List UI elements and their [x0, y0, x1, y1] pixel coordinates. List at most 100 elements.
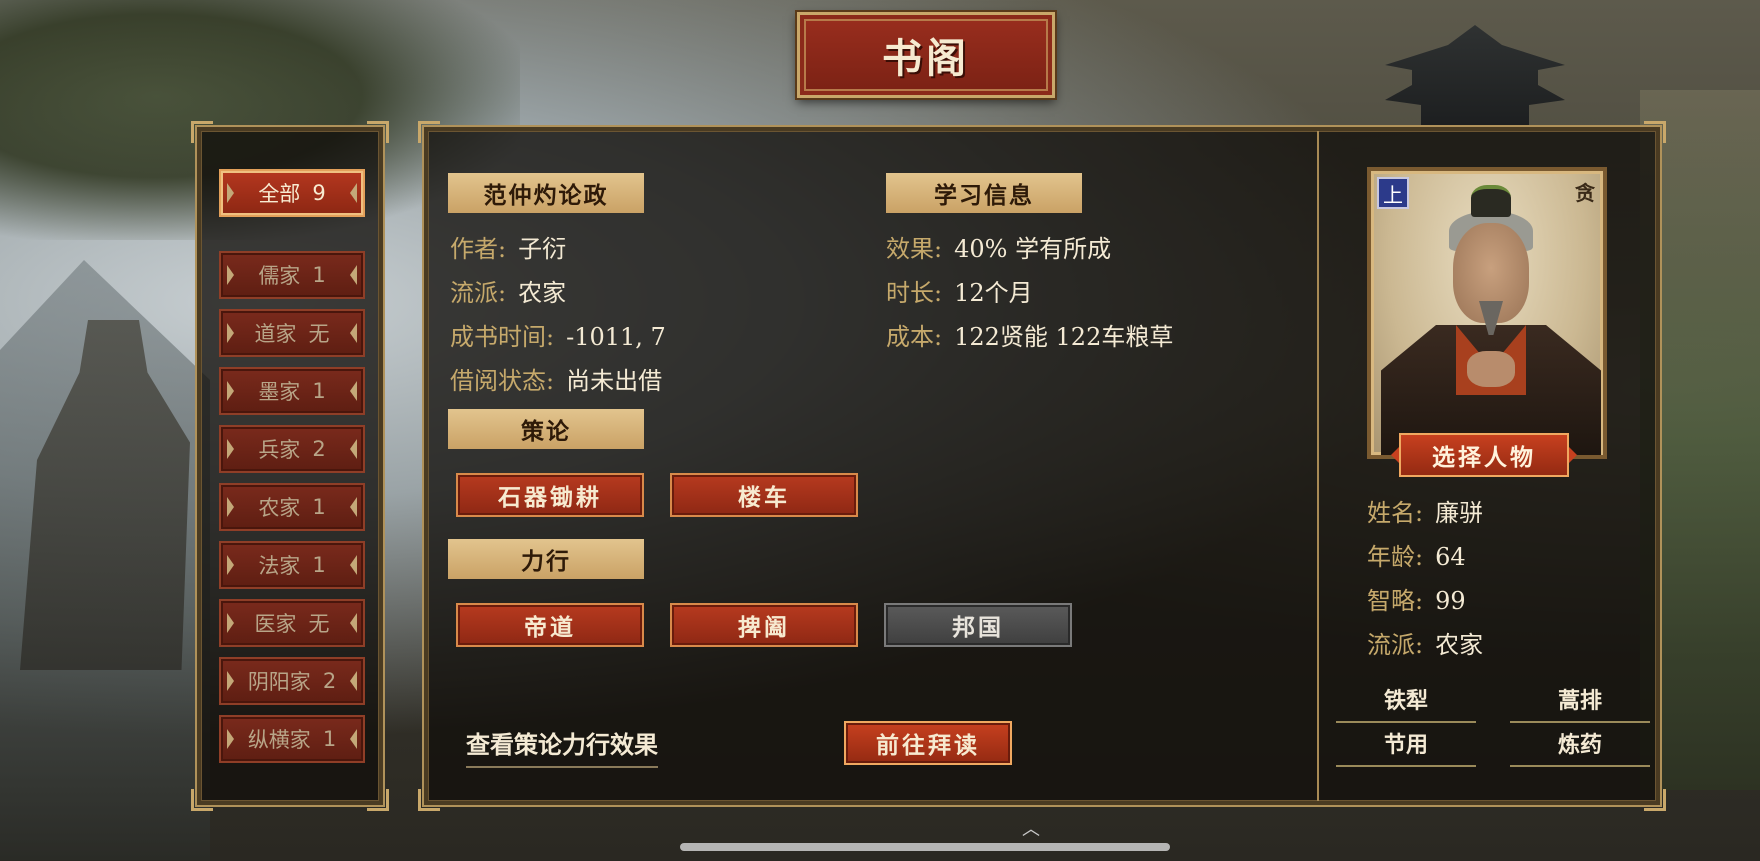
chevron-up-icon[interactable]: ︿	[1022, 815, 1040, 841]
corner-ornament	[418, 121, 440, 143]
practice-item-button[interactable]: 帝道	[456, 603, 644, 647]
school-filter-count: 无	[308, 612, 330, 636]
view-effects-link[interactable]: 查看策论力行效果	[466, 725, 658, 768]
study-duration-row: 时长: 12个月	[886, 273, 1033, 308]
character-portrait[interactable]: 上 贪	[1367, 167, 1607, 459]
school-filter-label: 墨家	[258, 380, 301, 404]
school-filter-yinyangjia[interactable]: 阴阳家 2	[219, 657, 365, 705]
school-filter-daojia[interactable]: 道家无	[219, 309, 365, 357]
practice-header: 力行	[448, 539, 644, 579]
school-filter-label: 医家	[254, 612, 297, 636]
school-filter-label: 全部	[258, 182, 301, 206]
wisdom-label: 智略:	[1367, 587, 1424, 615]
corner-ornament	[191, 121, 213, 143]
corner-ornament	[418, 789, 440, 811]
portrait-crown	[1471, 185, 1511, 217]
character-name-row: 姓名: 廉骈	[1367, 493, 1483, 528]
school-filter-nongjia[interactable]: 农家 1	[219, 483, 365, 531]
char-school-label: 流派:	[1367, 631, 1424, 659]
status-value: 尚未出借	[566, 367, 663, 395]
author-value: 子衍	[518, 235, 567, 263]
character-age-row: 年龄: 64	[1367, 537, 1466, 572]
name-value: 廉骈	[1435, 499, 1484, 527]
corner-ornament	[367, 789, 389, 811]
school-filter-count: 1	[312, 553, 326, 577]
effect-label: 效果:	[886, 235, 943, 263]
corner-ornament	[191, 789, 213, 811]
school-filter-label: 儒家	[258, 264, 301, 288]
strategy-item-button[interactable]: 石器锄耕	[456, 473, 644, 517]
school-filter-yijia[interactable]: 医家无	[219, 599, 365, 647]
title-plate: 书阁	[795, 10, 1057, 100]
school-filter-label: 法家	[258, 554, 301, 578]
page-title: 书阁	[882, 35, 970, 82]
book-detail-panel: 范仲灼论政 作者: 子衍 流派: 农家 成书时间: -1011, 7 借阅状态: 尚未出…	[418, 121, 1666, 811]
character-school-row: 流派: 农家	[1367, 625, 1483, 660]
school-filter-label: 农家	[258, 496, 301, 520]
character-trait[interactable]: 炼药	[1510, 727, 1650, 767]
school-filter-count: 1	[312, 263, 326, 287]
select-character-button[interactable]: 选择人物	[1391, 433, 1577, 477]
strategy-item-button[interactable]: 楼车	[670, 473, 858, 517]
school-filter-zonghengjia[interactable]: 纵横家 1	[219, 715, 365, 763]
age-label: 年龄:	[1367, 543, 1424, 571]
name-label: 姓名:	[1367, 499, 1424, 527]
school-filter-count: 2	[312, 437, 326, 461]
written-label: 成书时间:	[450, 323, 555, 351]
char-school-value: 农家	[1435, 631, 1484, 659]
school-filter-bingjia[interactable]: 兵家 2	[219, 425, 365, 473]
school-filter-count: 无	[308, 322, 330, 346]
school-filter-fajia[interactable]: 法家 1	[219, 541, 365, 589]
character-wisdom-row: 智略: 99	[1367, 581, 1466, 616]
school-filter-label: 阴阳家	[247, 670, 311, 694]
go-read-button[interactable]: 前往拜读	[844, 721, 1012, 765]
school-filter-count: 1	[312, 495, 326, 519]
school-filter-all[interactable]: 全部 9	[219, 169, 365, 217]
school-filter-rujia[interactable]: 儒家 1	[219, 251, 365, 299]
book-school-row: 流派: 农家	[450, 273, 566, 308]
wisdom-value: 99	[1435, 587, 1466, 615]
character-trait[interactable]: 蒿排	[1510, 683, 1650, 723]
rank-badge: 上	[1377, 177, 1409, 209]
school-filter-label: 纵横家	[247, 728, 311, 752]
practice-item-button-disabled[interactable]: 邦国	[884, 603, 1072, 647]
written-value: -1011, 7	[566, 323, 666, 351]
practice-item-button[interactable]: 捭阖	[670, 603, 858, 647]
book-status-row: 借阅状态: 尚未出借	[450, 361, 662, 396]
duration-label: 时长:	[886, 279, 943, 307]
panel-divider	[1317, 131, 1319, 801]
character-trait[interactable]: 铁犁	[1336, 683, 1476, 723]
status-label: 借阅状态:	[450, 367, 555, 395]
background-pagoda	[1385, 25, 1565, 125]
school-filter-label: 道家	[254, 322, 297, 346]
duration-value: 12个月	[954, 279, 1033, 307]
study-cost-row: 成本: 122贤能 122车粮草	[886, 317, 1173, 352]
school-filter-mojia[interactable]: 墨家 1	[219, 367, 365, 415]
effect-value: 40% 学有所成	[954, 235, 1112, 263]
character-trait[interactable]: 节用	[1336, 727, 1476, 767]
book-author-row: 作者: 子衍	[450, 229, 566, 264]
author-label: 作者:	[450, 235, 507, 263]
portrait-hands	[1467, 351, 1515, 387]
corner-ornament	[1644, 789, 1666, 811]
trait-mark: 贪	[1575, 181, 1595, 205]
school-filter-count: 1	[322, 727, 337, 751]
school-label: 流派:	[450, 279, 507, 307]
school-filter-label: 兵家	[258, 438, 301, 462]
study-info-header: 学习信息	[886, 173, 1082, 213]
book-written-row: 成书时间: -1011, 7	[450, 317, 666, 352]
school-filter-panel: 全部 9 儒家 1 道家无 墨家 1 兵家 2 农家 1 法家 1 医家无 阴阳家 2 纵横家…	[191, 121, 389, 811]
cost-value: 122贤能 122车粮草	[954, 323, 1174, 351]
study-effect-row: 效果: 40% 学有所成	[886, 229, 1111, 264]
home-indicator[interactable]	[680, 843, 1170, 851]
age-value: 64	[1435, 543, 1466, 571]
cost-label: 成本:	[886, 323, 943, 351]
school-filter-count: 2	[322, 669, 337, 693]
corner-ornament	[1644, 121, 1666, 143]
school-value: 农家	[518, 279, 567, 307]
book-title-header: 范仲灼论政	[448, 173, 644, 213]
corner-ornament	[367, 121, 389, 143]
school-filter-count: 9	[312, 181, 326, 205]
school-filter-count: 1	[312, 379, 326, 403]
strategy-header: 策论	[448, 409, 644, 449]
